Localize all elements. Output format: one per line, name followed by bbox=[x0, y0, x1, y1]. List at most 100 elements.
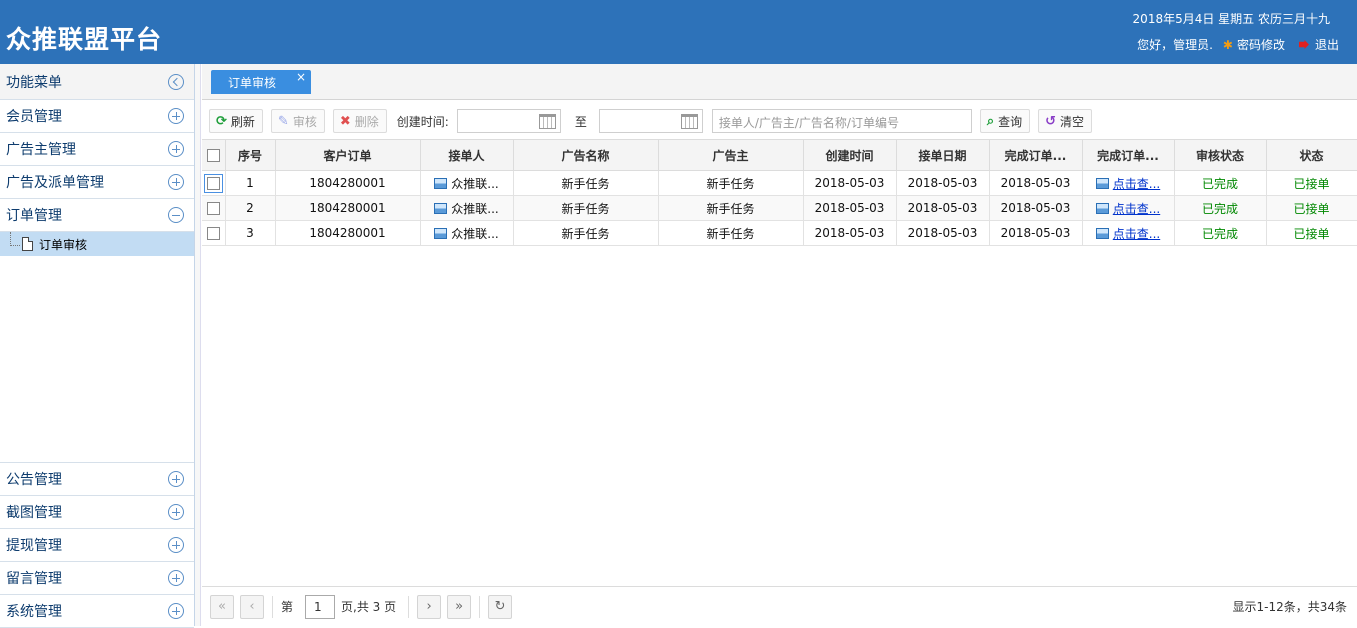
cell-status: 已接单 bbox=[1266, 195, 1357, 221]
cell-audit: 已完成 bbox=[1174, 195, 1267, 221]
end-date-input[interactable] bbox=[598, 109, 703, 133]
cell-advertiser: 新手任务 bbox=[658, 195, 804, 221]
cell-taker: 众推联... bbox=[420, 195, 514, 221]
column-header[interactable]: 接单人 bbox=[420, 139, 514, 171]
app-title: 众推联盟平台 bbox=[6, 25, 163, 54]
sidebar-subitem-order-audit[interactable]: 订单审核 bbox=[0, 232, 194, 256]
first-page-button[interactable]: « bbox=[210, 594, 234, 619]
table-header-row: 序号 客户订单 接单人 广告名称 广告主 创建时间 接单日期 完成订单... 完… bbox=[202, 139, 1357, 171]
sidebar-item-orders[interactable]: 订单管理 bbox=[0, 199, 194, 232]
sidebar-item-messages[interactable]: 留言管理 bbox=[0, 562, 194, 595]
row-select-cell[interactable] bbox=[202, 195, 226, 221]
table-row[interactable]: 2 1804280001 众推联... 新手任务 新手任务 2018-05-03… bbox=[202, 195, 1357, 221]
sidebar-item-screenshot[interactable]: 截图管理 bbox=[0, 496, 194, 529]
data-grid: 序号 客户订单 接单人 广告名称 广告主 创建时间 接单日期 完成订单... 完… bbox=[202, 139, 1357, 246]
cell-ad: 新手任务 bbox=[513, 220, 659, 246]
start-date-input[interactable] bbox=[456, 109, 561, 133]
cell-order: 1804280001 bbox=[275, 220, 421, 246]
last-page-button[interactable]: » bbox=[447, 594, 472, 619]
column-header[interactable]: 序号 bbox=[225, 139, 276, 171]
greeting-text: 您好，管理员. bbox=[1137, 38, 1213, 52]
sidebar-item-label: 广告及派单管理 bbox=[6, 175, 104, 191]
reload-button[interactable]: ↻ bbox=[488, 594, 513, 619]
sidebar-item-withdraw[interactable]: 提现管理 bbox=[0, 529, 194, 562]
column-header[interactable]: 接单日期 bbox=[896, 139, 990, 171]
query-button[interactable]: ⌕ 查询 bbox=[979, 109, 1031, 133]
change-password-link[interactable]: 密码修改 bbox=[1237, 36, 1285, 53]
refresh-button[interactable]: ⟳ 刷新 bbox=[209, 109, 263, 133]
prev-page-button[interactable]: ‹ bbox=[240, 594, 264, 619]
next-page-icon: › bbox=[426, 599, 432, 614]
pager-separator bbox=[479, 595, 481, 618]
row-checkbox[interactable] bbox=[203, 174, 223, 193]
sidebar-bottom-group: 公告管理 截图管理 提现管理 留言管理 系统管理 bbox=[0, 462, 194, 628]
tab-order-audit[interactable]: 订单审核 × bbox=[211, 70, 311, 94]
expand-icon[interactable] bbox=[168, 108, 184, 124]
column-header[interactable]: 客户订单 bbox=[275, 139, 421, 171]
page-number-input[interactable]: 1 bbox=[305, 594, 336, 619]
logout-link[interactable]: 退出 bbox=[1315, 36, 1339, 53]
calendar-icon[interactable] bbox=[680, 114, 698, 129]
star-icon: ✱ bbox=[1222, 37, 1233, 52]
search-input[interactable]: 接单人/广告主/广告名称/订单编号 bbox=[711, 109, 972, 133]
cell-no: 2 bbox=[225, 195, 276, 221]
date-display: 2018年5月4日 星期五 农历三月十九 bbox=[1132, 12, 1330, 26]
sidebar-splitter[interactable] bbox=[195, 64, 201, 626]
sidebar-item-system[interactable]: 系统管理 bbox=[0, 595, 194, 628]
sidebar-item-member[interactable]: 会员管理 bbox=[0, 100, 194, 133]
taker-text: 众推联... bbox=[451, 226, 499, 241]
document-icon bbox=[22, 237, 33, 251]
sidebar-item-label: 系统管理 bbox=[6, 604, 62, 620]
delete-button[interactable]: ✖ 删除 bbox=[332, 109, 387, 133]
expand-icon[interactable] bbox=[168, 174, 184, 190]
calendar-icon[interactable] bbox=[538, 114, 556, 129]
column-header[interactable]: 创建时间 bbox=[803, 139, 897, 171]
collapse-sidebar-icon[interactable] bbox=[168, 73, 184, 90]
expand-icon[interactable] bbox=[168, 471, 184, 487]
expand-icon[interactable] bbox=[168, 570, 184, 586]
sidebar-item-label: 订单管理 bbox=[6, 208, 62, 224]
image-icon bbox=[1095, 227, 1109, 239]
pager-separator bbox=[408, 595, 410, 618]
row-checkbox[interactable] bbox=[206, 202, 220, 215]
select-all-cell[interactable] bbox=[202, 139, 226, 171]
next-page-button[interactable]: › bbox=[417, 594, 442, 619]
sidebar-title: 功能菜单 bbox=[0, 64, 194, 100]
page-prefix: 第 bbox=[281, 600, 294, 614]
undo-icon: ↺ bbox=[1045, 113, 1057, 129]
column-header[interactable]: 完成订单... bbox=[1082, 139, 1175, 171]
audit-button[interactable]: ✎ 审核 bbox=[270, 109, 325, 133]
sidebar-item-ads-dispatch[interactable]: 广告及派单管理 bbox=[0, 166, 194, 199]
sidebar-item-label: 截图管理 bbox=[6, 505, 62, 521]
column-header[interactable]: 广告名称 bbox=[513, 139, 659, 171]
column-header[interactable]: 状态 bbox=[1266, 139, 1357, 171]
column-header[interactable]: 审核状态 bbox=[1174, 139, 1267, 171]
collapse-icon[interactable] bbox=[168, 207, 184, 223]
column-header[interactable]: 完成订单... bbox=[989, 139, 1083, 171]
view-screenshot-link[interactable]: 点击查... bbox=[1113, 227, 1160, 241]
cell-advertiser: 新手任务 bbox=[658, 170, 804, 196]
user-bar: 您好，管理员. ✱ 密码修改 退出 bbox=[1137, 36, 1339, 53]
table-row[interactable]: 1 1804280001 众推联... 新手任务 新手任务 2018-05-03… bbox=[202, 170, 1357, 196]
sidebar-item-label: 广告主管理 bbox=[6, 142, 76, 158]
expand-icon[interactable] bbox=[168, 603, 184, 619]
expand-icon[interactable] bbox=[168, 141, 184, 157]
view-screenshot-link[interactable]: 点击查... bbox=[1113, 177, 1160, 191]
column-header[interactable]: 广告主 bbox=[658, 139, 804, 171]
table-row[interactable]: 3 1804280001 众推联... 新手任务 新手任务 2018-05-03… bbox=[202, 220, 1357, 246]
cell-screenshot: 点击查... bbox=[1082, 220, 1175, 246]
select-all-checkbox[interactable] bbox=[206, 149, 220, 162]
tree-line bbox=[10, 232, 20, 246]
row-select-cell[interactable] bbox=[202, 220, 226, 246]
cell-taker: 众推联... bbox=[420, 170, 514, 196]
expand-icon[interactable] bbox=[168, 537, 184, 553]
row-select-cell[interactable] bbox=[202, 170, 226, 196]
close-icon[interactable]: × bbox=[296, 70, 306, 84]
view-screenshot-link[interactable]: 点击查... bbox=[1113, 202, 1160, 216]
expand-icon[interactable] bbox=[168, 504, 184, 520]
sidebar-item-advertiser[interactable]: 广告主管理 bbox=[0, 133, 194, 166]
clear-button[interactable]: ↺ 清空 bbox=[1038, 109, 1093, 133]
row-checkbox[interactable] bbox=[206, 227, 220, 240]
sidebar-item-label: 留言管理 bbox=[6, 571, 62, 587]
sidebar-item-notice[interactable]: 公告管理 bbox=[0, 463, 194, 496]
